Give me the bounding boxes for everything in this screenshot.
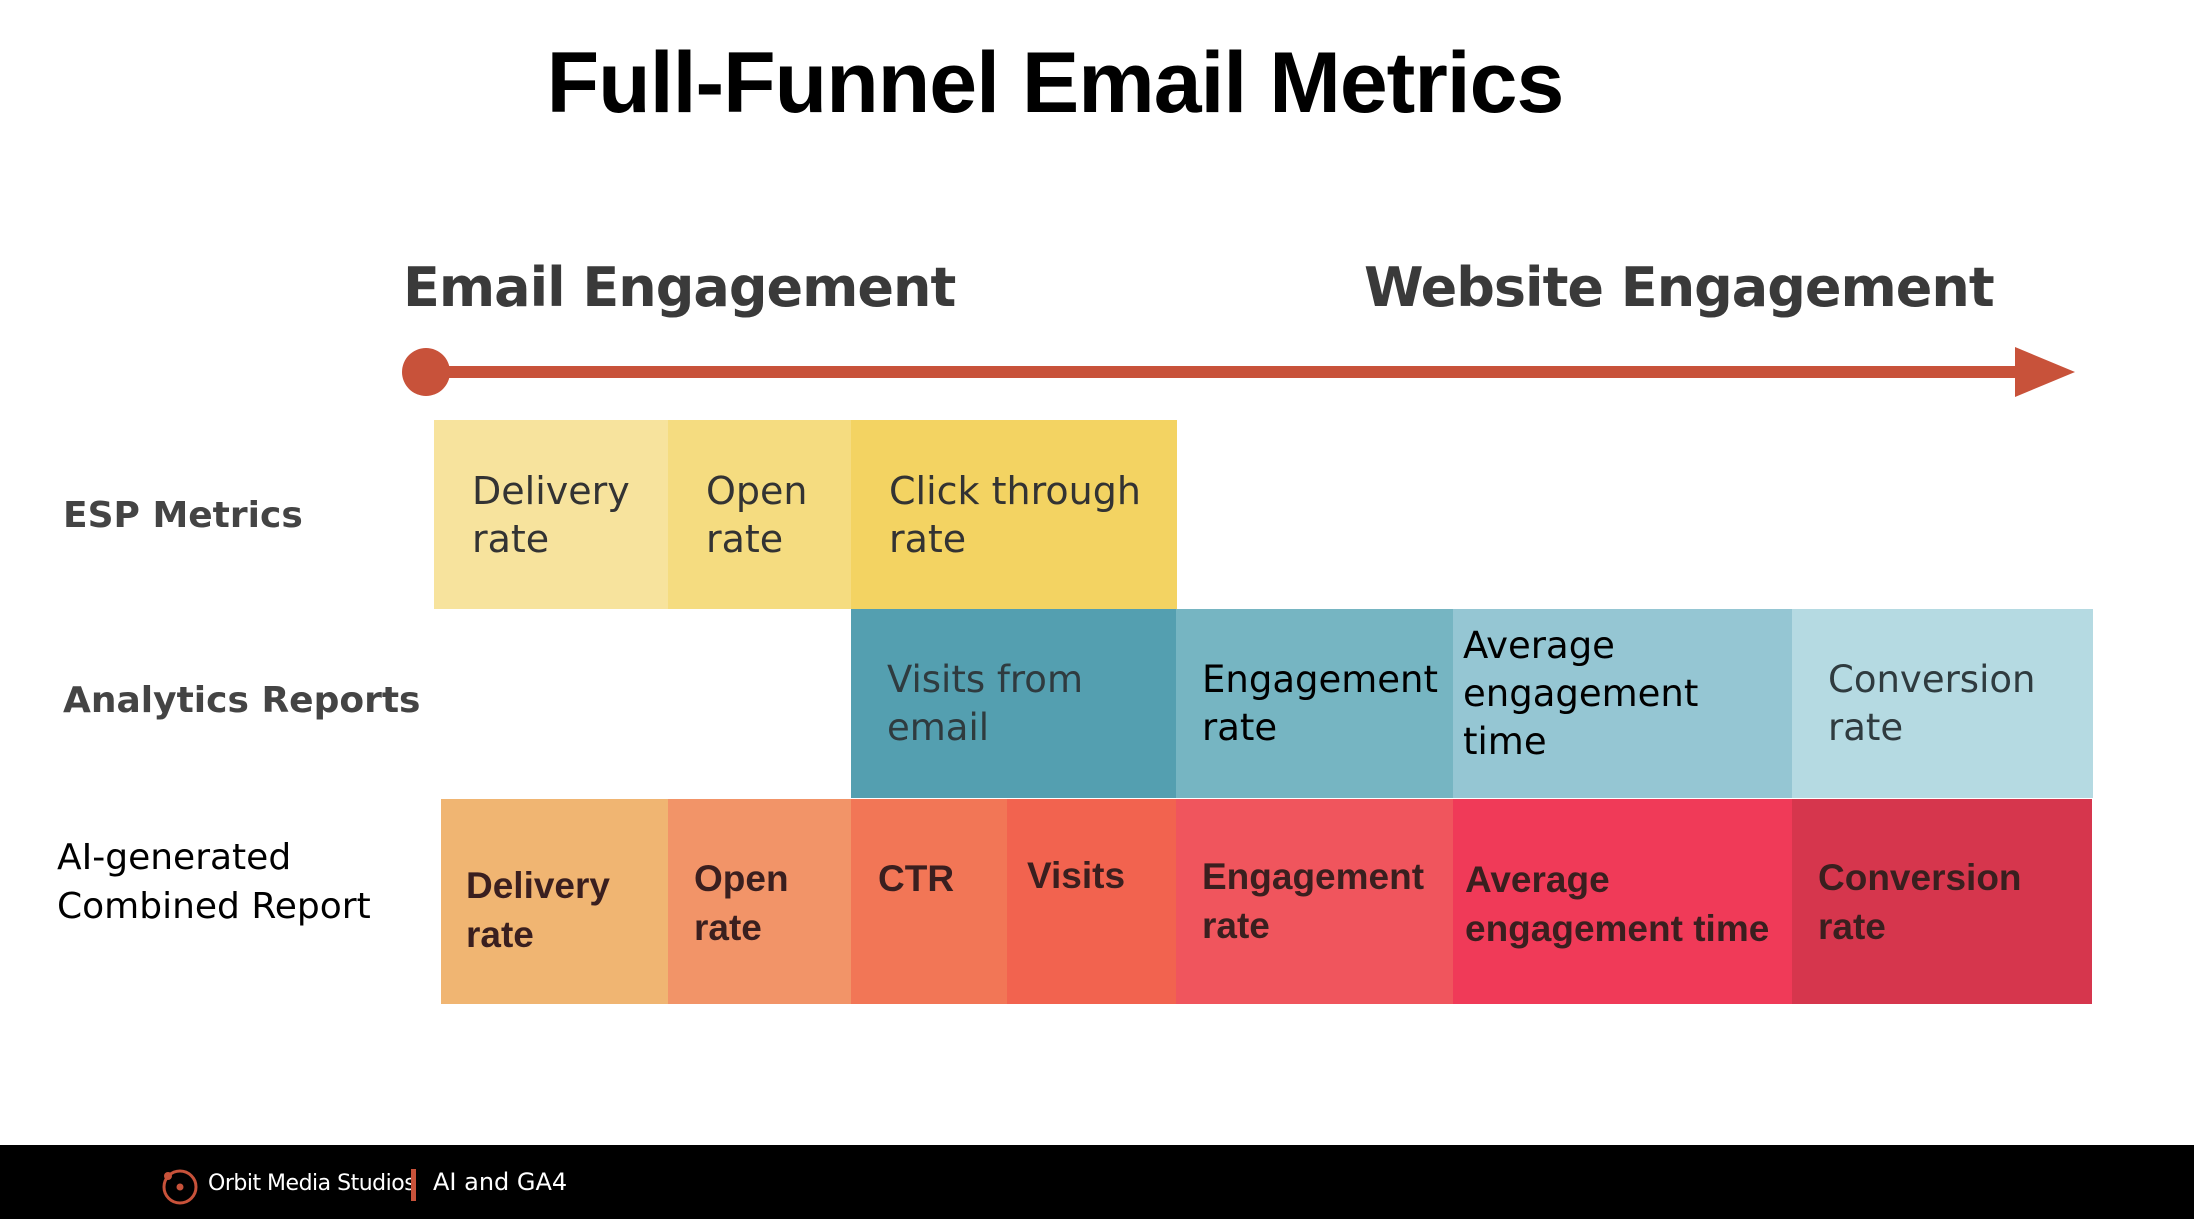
metric-label: Average engagement time [1465,859,1770,949]
metric-cell: Visits from email [851,609,1176,798]
metric-label: Average engagement time [1463,623,1699,763]
phase-label-email-engagement: Email Engagement [403,256,956,319]
metric-cell: Conversion rate [1792,609,2093,798]
metric-cell: Average engagement time [1453,799,1792,1004]
metric-label: Delivery rate [466,865,610,955]
metric-label: Visits from email [887,657,1083,749]
metric-label: Conversion rate [1818,857,2022,947]
metric-label: Conversion rate [1828,657,2036,749]
slide-title: Full-Funnel Email Metrics [546,35,1565,131]
metric-label: CTR [878,858,955,899]
metric-cell: Open rate [668,420,851,609]
metric-cell: Average engagement time [1453,609,1792,798]
metric-label: Engagement rate [1202,856,1425,946]
phase-label-website-engagement: Website Engagement [1364,256,1995,319]
row-label-esp-metrics: ESP Metrics [63,495,303,536]
footer-divider [411,1169,416,1201]
row-label-analytics-reports: Analytics Reports [63,680,421,721]
metric-cell: Click through rate [851,420,1177,609]
metric-cell: Engagement rate [1176,799,1453,1004]
arrow-head-icon [2015,347,2075,397]
metric-label: Open rate [694,858,789,948]
deck-title: AI and GA4 [433,1168,568,1196]
brand-name: Orbit Media Studios [208,1171,416,1196]
metric-cell: CTR [851,799,1007,1004]
orbit-logo-icon [162,1169,198,1205]
metric-label: Open rate [706,468,808,561]
metric-cell: Conversion rate [1792,799,2092,1004]
metric-cell: Engagement rate [1176,609,1453,798]
metric-label: Engagement rate [1202,657,1439,749]
footer-bar: Orbit Media Studios AI and GA4 [0,1145,2194,1219]
metric-label: Delivery rate [472,468,630,561]
arrow-shaft [426,366,2016,378]
metric-cell: Visits [1007,799,1176,1004]
metric-cell: Delivery rate [434,420,668,609]
metric-label: Visits [1027,855,1126,896]
row-label-ai-combined-report: AI-generated Combined Report [57,837,371,927]
metric-label: Click through rate [889,468,1141,561]
funnel-arrow [402,347,2075,397]
metric-cell: Delivery rate [441,799,668,1004]
metric-cell: Open rate [668,799,851,1004]
